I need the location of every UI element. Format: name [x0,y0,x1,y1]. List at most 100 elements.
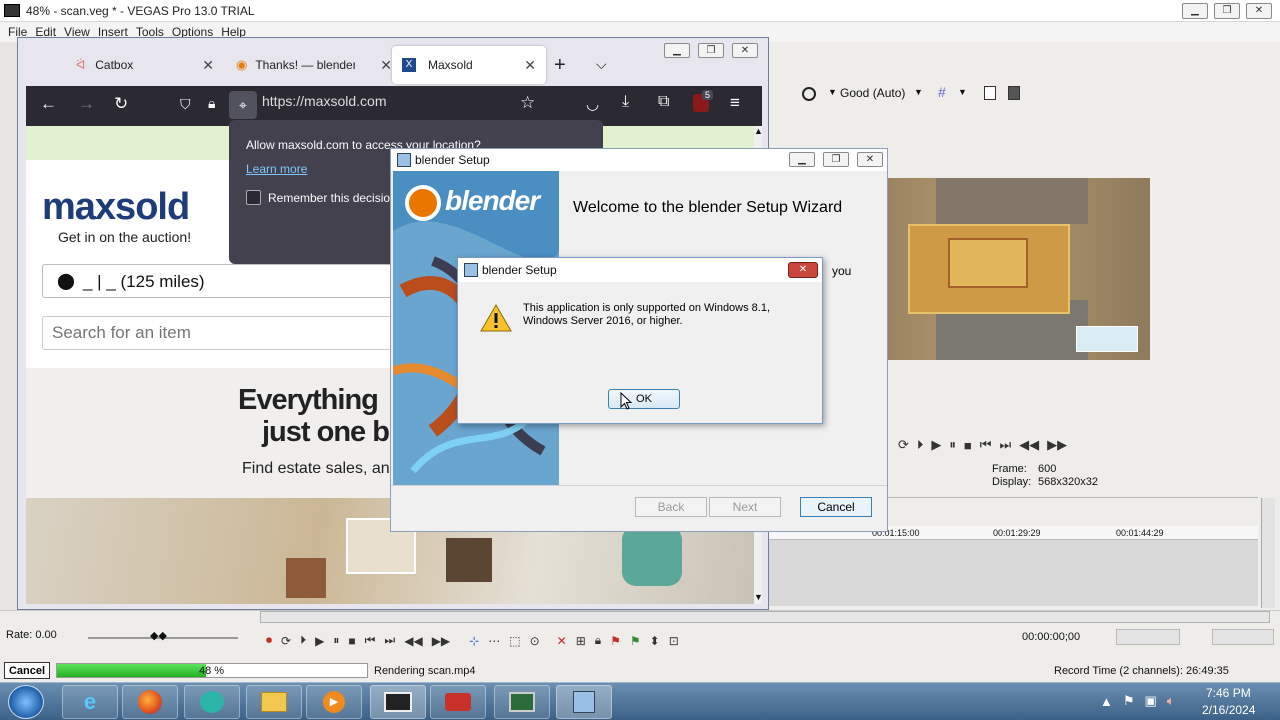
forward-icon[interactable]: → [78,94,95,114]
close-tab-icon[interactable]: ✕ [380,57,392,74]
bookmark-star-icon[interactable]: ☆ [520,93,535,113]
rate-slider-thumb-icon[interactable]: ◆◆ [150,629,167,642]
selection-tool-icon[interactable]: ⬚ [509,634,520,648]
prev-frame-icon[interactable]: ⏮ [980,437,992,453]
record-icon[interactable]: ⏺ [266,633,272,648]
close-tab-icon[interactable]: ✕ [202,57,214,74]
play-from-start-icon[interactable]: ⏵ [300,633,306,648]
minimize-icon[interactable]: ▁ [1182,3,1208,19]
timeline-vertical-toolbar[interactable] [1261,498,1275,608]
reload-icon[interactable]: ↻ [114,94,128,114]
toolbox-app-icon[interactable] [430,685,486,719]
firefox-icon[interactable] [122,685,178,719]
clock-time[interactable]: 7:46 PM [1206,686,1251,700]
preview-quality-select[interactable]: Good (Auto) [840,86,905,100]
pause-icon[interactable]: ⏸ [333,633,339,648]
maximize-icon[interactable]: ❐ [1214,3,1240,19]
dropdown-arrow-icon[interactable]: ▼ [958,87,967,97]
trim-icon[interactable]: ⊞ [576,634,586,648]
loop-icon[interactable]: ⟳ [281,634,291,648]
play-icon[interactable]: ▶ [315,634,324,648]
horizontal-scrollbar[interactable] [260,611,1270,623]
prev-frame-icon[interactable]: ◀◀ [404,634,422,648]
task-manager-icon[interactable] [494,685,550,719]
delete-icon[interactable]: ✕ [557,634,567,648]
timeline-track-area[interactable] [768,540,1258,606]
vegas-pro-icon[interactable] [370,685,426,719]
clock-date[interactable]: 2/16/2024 [1202,703,1255,717]
close-tab-icon[interactable]: ✕ [524,57,536,74]
back-icon[interactable]: ← [40,94,57,114]
dropdown-arrow-icon[interactable]: ▼ [828,87,837,97]
ok-button[interactable]: OK [608,389,680,409]
hamburger-menu-icon[interactable]: ≡ [730,93,740,113]
next-frame-icon[interactable]: ▶▶ [432,634,450,648]
search-input[interactable] [42,316,442,350]
zoom-tool-icon[interactable]: ⊙ [530,634,540,648]
maximize-icon[interactable]: ❐ [823,152,849,167]
timecode-2: 00:01:29:29 [993,528,1041,538]
scroll-up-icon[interactable]: ▲ [754,126,763,136]
tab-blender[interactable]: ◉ Thanks! — blender ✕ [226,46,392,84]
play-icon[interactable]: ▶ [931,437,941,453]
marker-icon[interactable]: ⚑ [610,634,621,648]
cancel-render-button[interactable]: Cancel [4,662,50,679]
chat-app-icon[interactable] [184,685,240,719]
hero-headline-line1: Everything [238,384,379,416]
tracking-protection-icon[interactable]: ⛉ [180,96,191,113]
rewind-icon[interactable]: ◀◀ [1019,437,1039,453]
auto-ripple-icon[interactable]: ⬍ [650,634,660,648]
grid-icon[interactable]: # [938,84,946,100]
downloads-icon[interactable]: ⤓ [622,93,629,111]
file-explorer-icon[interactable] [246,685,302,719]
cancel-button[interactable]: Cancel [800,497,872,517]
lock-icon[interactable]: 🔒︎ [595,633,601,648]
list-all-tabs-icon[interactable]: ⌵ [596,56,607,73]
next-button[interactable]: Next [709,497,781,517]
maxsold-logo[interactable]: maxsold [42,186,190,229]
go-end-icon[interactable]: ⏭ [384,633,395,648]
location-permission-icon[interactable]: ⌖ [229,91,257,119]
remember-decision-checkbox[interactable] [246,190,261,205]
show-hidden-icons-icon[interactable]: ▲ [1100,694,1113,709]
location-selector[interactable]: ⬤ _ | _ (125 miles) [42,264,442,298]
next-frame-icon[interactable]: ⏭ [999,437,1011,453]
tab-maxsold[interactable]: X Maxsold ✕ [392,46,546,84]
dropdown-arrow-icon[interactable]: ▼ [914,87,923,97]
snapping-icon[interactable]: ⊡ [669,634,679,648]
internet-explorer-icon[interactable]: e [62,685,118,719]
go-start-icon[interactable]: ⏮ [365,633,376,648]
pocket-icon[interactable]: ◡ [586,95,599,113]
pause-icon[interactable]: ⏸ [949,437,956,453]
preview-fx-icon[interactable] [802,87,816,101]
flag-icon[interactable]: ⚑ [1123,693,1135,709]
fast-forward-icon[interactable]: ▶▶ [1047,437,1067,453]
volume-muted-icon[interactable]: 🔈︎ [1167,693,1175,709]
new-tab-icon[interactable]: + [554,54,566,77]
normal-edit-tool-icon[interactable]: ⊹ [469,634,479,648]
setup-installer-icon[interactable] [556,685,612,719]
start-button-icon[interactable] [8,685,44,719]
network-icon[interactable]: ▣ [1145,693,1157,709]
save-snapshot-icon[interactable] [1008,86,1020,100]
back-button[interactable]: Back [635,497,707,517]
envelope-tool-icon[interactable]: ⋯ [488,634,500,648]
close-icon[interactable]: ✕ [788,262,818,278]
region-icon[interactable]: ⚑ [630,634,641,648]
stop-icon[interactable]: ■ [964,438,972,453]
close-icon[interactable]: ✕ [1246,3,1272,19]
copy-snapshot-icon[interactable] [984,86,996,100]
media-player-icon[interactable]: ▶ [306,685,362,719]
stop-icon[interactable]: ■ [348,634,355,648]
loop-icon[interactable]: ⟳ [898,437,909,453]
extensions-icon[interactable]: ⧉ [658,93,669,111]
scroll-down-icon[interactable]: ▼ [754,592,763,602]
play-from-start-icon[interactable]: ⏵ [917,437,924,453]
blender-favicon-icon: ◉ [236,57,248,72]
minimize-icon[interactable]: ▁ [789,152,815,167]
tab-catbox[interactable]: ᐛ Catbox ✕ [26,46,224,84]
close-icon[interactable]: ✕ [857,152,883,167]
lock-icon[interactable]: 🔒︎ [208,95,215,112]
url-bar[interactable]: https://maxsold.com [262,93,622,119]
learn-more-link[interactable]: Learn more [246,162,307,176]
